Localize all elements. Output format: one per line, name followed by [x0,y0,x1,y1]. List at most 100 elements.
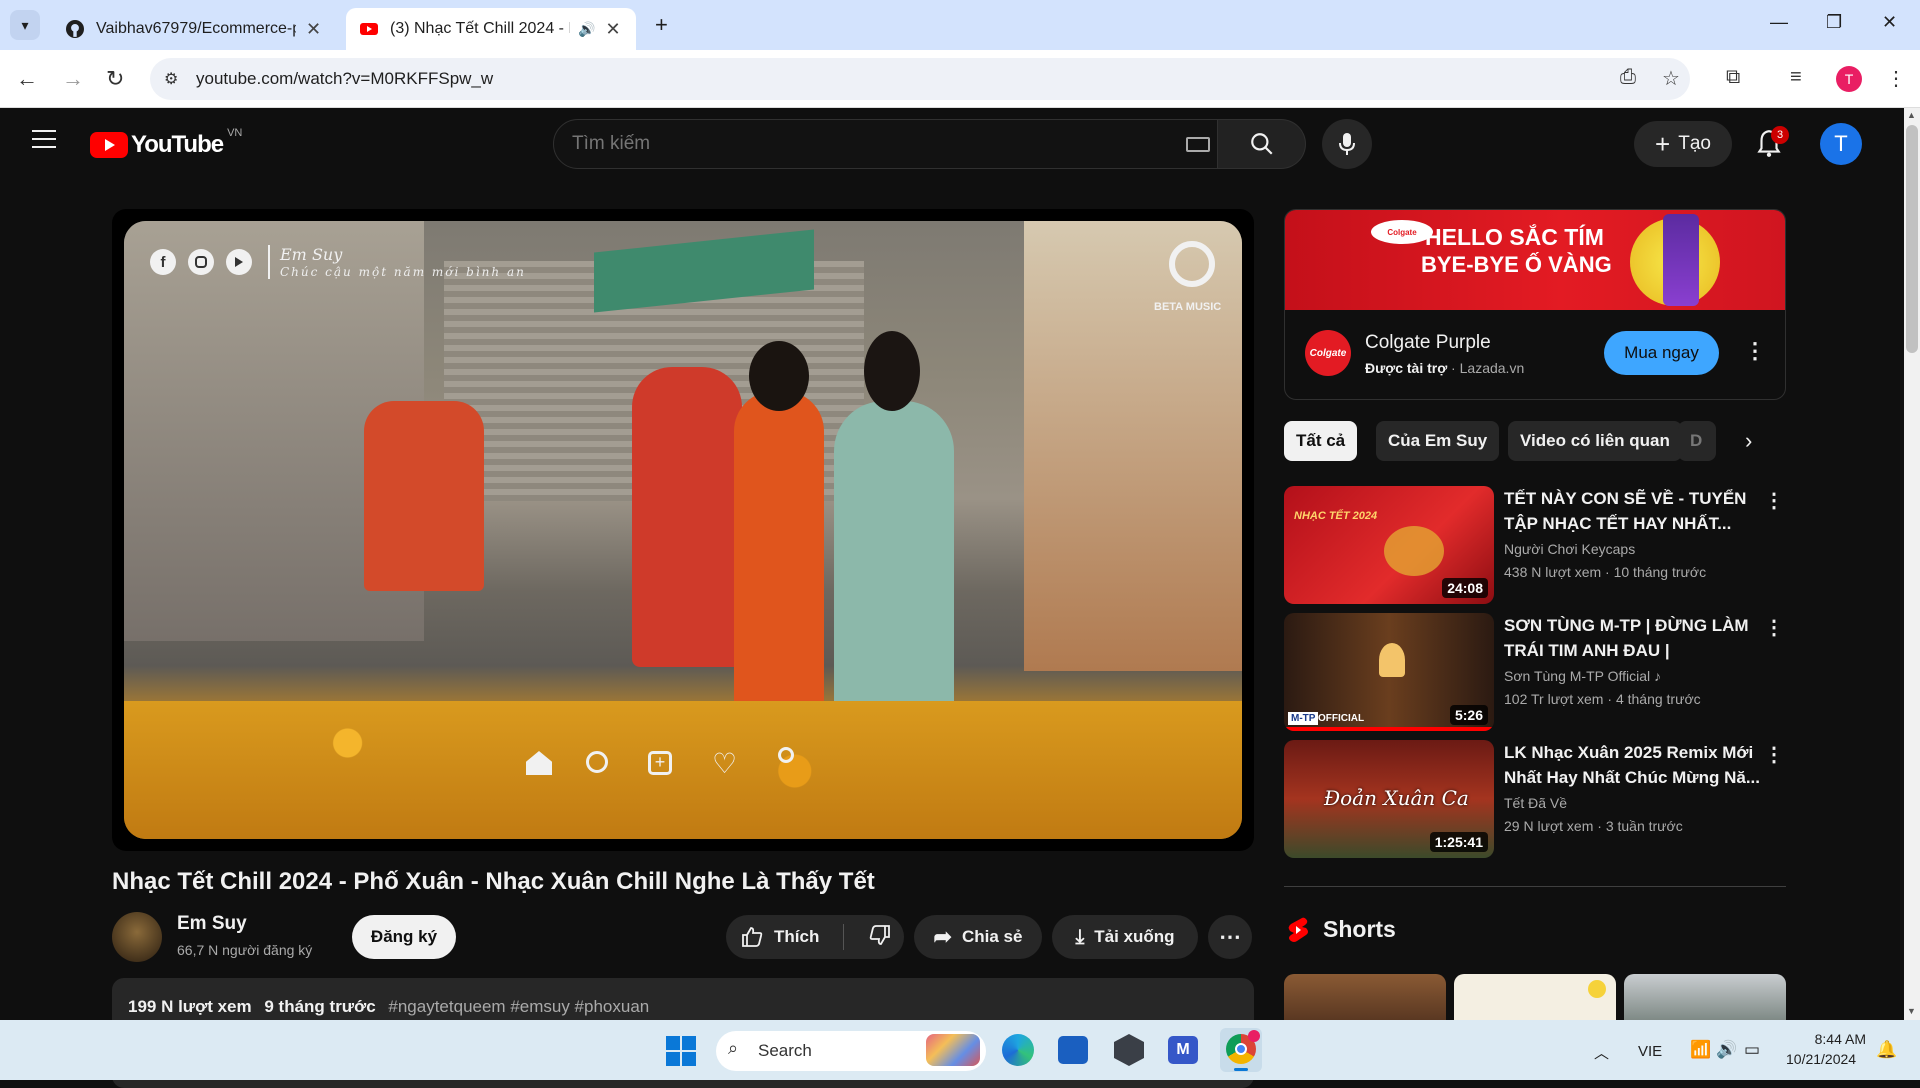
chip-truncated[interactable]: D [1678,421,1716,461]
shop-now-button[interactable]: Mua ngay [1604,331,1719,375]
emoji-sticker-image [1588,980,1606,998]
recommendation-item[interactable]: NHẠC TẾT 2024 24:08 TẾT NÀY CON SẼ VỀ - … [1284,486,1786,604]
tray-overflow-icon[interactable]: ︿ [1594,1042,1609,1063]
chrome-taskbar-button[interactable] [1220,1028,1262,1072]
person-red-hoodie [632,367,742,667]
sponsored-ad-card[interactable]: Colgate HELLO SẮC TÍM BYE-BYE Ố VÀNG [1284,209,1786,400]
url-text[interactable]: youtube.com/watch?v=M0RKFFSpw_w [196,69,493,89]
channel-name[interactable]: Em Suy [177,913,247,935]
search-highlight-icon[interactable] [926,1034,980,1066]
bookmark-star-icon[interactable]: ☆ [1662,66,1680,91]
tab-youtube[interactable]: (3) Nhạc Tết Chill 2024 - Ph 🔊 ✕ [346,8,636,50]
battery-icon[interactable]: ▭ [1744,1040,1760,1060]
recommendation-channel[interactable]: Sơn Tùng M-TP Official ♪ [1504,668,1661,684]
keyboard-icon[interactable] [1186,137,1210,152]
vscode-like-icon[interactable]: M [1168,1036,1198,1064]
new-tab-button[interactable]: + [655,12,668,38]
tab-github[interactable]: Vaibhav67979/Ecommerce-proj ✕ [52,8,342,50]
video-duration: 24:08 [1442,578,1488,598]
site-info-icon[interactable]: ⚙ [164,69,178,89]
hashtags[interactable]: #ngaytetqueem #emsuy #phoxuan [388,997,649,1016]
chrome-menu-icon[interactable]: ⋮ [1886,66,1906,91]
download-button[interactable]: ⤓ Tải xuống [1052,915,1198,959]
recommendation-title[interactable]: TẾT NÀY CON SẼ VỀ - TUYỂN TẬP NHẠC TẾT H… [1504,486,1760,536]
facebook-icon: f [150,249,176,275]
search-input[interactable] [572,127,1152,161]
ad-banner[interactable]: Colgate HELLO SẮC TÍM BYE-BYE Ố VÀNG [1285,210,1785,310]
youtube-logo[interactable]: YouTube VN [90,127,242,159]
edge-browser-icon[interactable] [1002,1034,1034,1066]
video-thumbnail[interactable]: M-TP OFFICIAL 5:26 [1284,613,1494,731]
install-app-icon[interactable]: ⎙ [1620,66,1636,89]
voice-search-button[interactable] [1322,119,1372,169]
short-thumbnail[interactable] [1624,974,1786,1020]
chip-from-channel[interactable]: Của Em Suy [1376,421,1500,461]
window-close-icon[interactable]: ✕ [1882,12,1897,33]
share-button[interactable]: ➦ Chia sẻ [914,915,1042,959]
speaker-icon[interactable]: 🔊 [578,21,595,38]
video-thumbnail[interactable]: NHẠC TẾT 2024 24:08 [1284,486,1494,604]
hamburger-menu-icon[interactable] [32,130,56,148]
short-thumbnail[interactable] [1454,974,1616,1020]
profile-overlay-icon [778,747,794,763]
chip-all[interactable]: Tất cả [1284,421,1358,461]
media-control-icon[interactable]: ≡ [1790,66,1802,89]
more-options-icon[interactable]: ⋮ [1764,615,1784,640]
short-thumbnail[interactable] [1284,974,1446,1020]
recommendation-channel[interactable]: Tết Đã Về [1504,795,1567,811]
language-indicator[interactable]: VIE [1638,1043,1662,1060]
extensions-icon[interactable]: ⧉ [1726,66,1740,89]
youtube-wordmark: YouTube [131,131,224,158]
channel-avatar[interactable] [112,912,162,962]
notification-center-icon[interactable]: 🔔 [1876,1040,1897,1060]
clock-time[interactable]: 8:44 AM [1808,1031,1866,1047]
heart-overlay-icon: ♡ [712,748,738,779]
like-button[interactable]: Thích [740,925,819,949]
windows-start-icon[interactable] [666,1036,696,1066]
video-player[interactable]: f Em Suy Chúc cậu một năm mới bình an BE… [112,209,1254,851]
back-icon[interactable]: ← [16,66,38,92]
scroll-up-icon[interactable]: ▲ [1907,110,1916,120]
chevron-right-icon[interactable]: › [1745,428,1752,454]
chip-related[interactable]: Video có liên quan [1508,421,1682,461]
more-actions-button[interactable]: ⋯ [1208,915,1252,959]
video-frame[interactable]: f Em Suy Chúc cậu một năm mới bình an BE… [124,221,1242,839]
ad-title[interactable]: Colgate Purple [1365,332,1491,354]
create-button[interactable]: + Tạo [1634,121,1732,167]
mtp-logo-icon: M-TP [1288,712,1319,725]
forward-icon[interactable]: → [62,66,84,92]
more-options-icon[interactable]: ⋮ [1764,742,1784,767]
recommendation-channel[interactable]: Người Chơi Keycaps [1504,541,1635,557]
volume-icon[interactable]: 🔊 [1716,1040,1737,1060]
advertiser-logo[interactable]: Colgate [1305,330,1351,376]
minimize-icon[interactable]: — [1770,12,1788,33]
clock-date[interactable]: 10/21/2024 [1786,1051,1856,1067]
overlay-tagline: Chúc cậu một năm mới bình an [280,265,526,279]
recommendation-item[interactable]: Đoản Xuân Ca 1:25:41 LK Nhạc Xuân 2025 R… [1284,740,1786,858]
close-icon[interactable]: ✕ [306,19,321,40]
recommendation-title[interactable]: LK Nhạc Xuân 2025 Remix Mới Nhất Hay Nhấ… [1504,740,1760,790]
recommendation-title[interactable]: SƠN TÙNG M-TP | ĐỪNG LÀM TRÁI TIM ANH ĐA… [1504,613,1760,663]
recommendation-item[interactable]: M-TP OFFICIAL 5:26 SƠN TÙNG M-TP | ĐỪNG … [1284,613,1786,731]
subscribe-button[interactable]: Đăng ký [352,915,456,959]
thumbnail-decoration [1384,526,1444,576]
search-button[interactable] [1218,119,1306,169]
more-options-icon[interactable]: ⋮ [1764,488,1784,513]
reload-icon[interactable]: ↻ [106,66,124,92]
video-title: Nhạc Tết Chill 2024 - Phố Xuân - Nhạc Xu… [112,868,875,895]
thumbs-down-icon [870,924,891,945]
scrollbar-thumb[interactable] [1906,125,1918,353]
ad-banner-line-2: BYE-BYE Ố VÀNG [1421,252,1612,277]
tab-search-button[interactable]: ▾ [10,10,40,40]
account-avatar[interactable]: T [1820,123,1862,165]
ad-more-icon[interactable]: ⋮ [1744,338,1766,364]
close-icon[interactable]: ✕ [605,19,620,40]
scroll-down-icon[interactable]: ▼ [1907,1006,1916,1016]
restore-icon[interactable]: ❐ [1826,12,1842,33]
video-thumbnail[interactable]: Đoản Xuân Ca 1:25:41 [1284,740,1494,858]
profile-avatar[interactable]: T [1836,66,1862,92]
microsoft-store-icon[interactable] [1058,1036,1088,1064]
dislike-button[interactable] [868,923,892,952]
wifi-icon[interactable]: 📶 [1690,1040,1711,1060]
add-overlay-icon: + [648,751,672,775]
